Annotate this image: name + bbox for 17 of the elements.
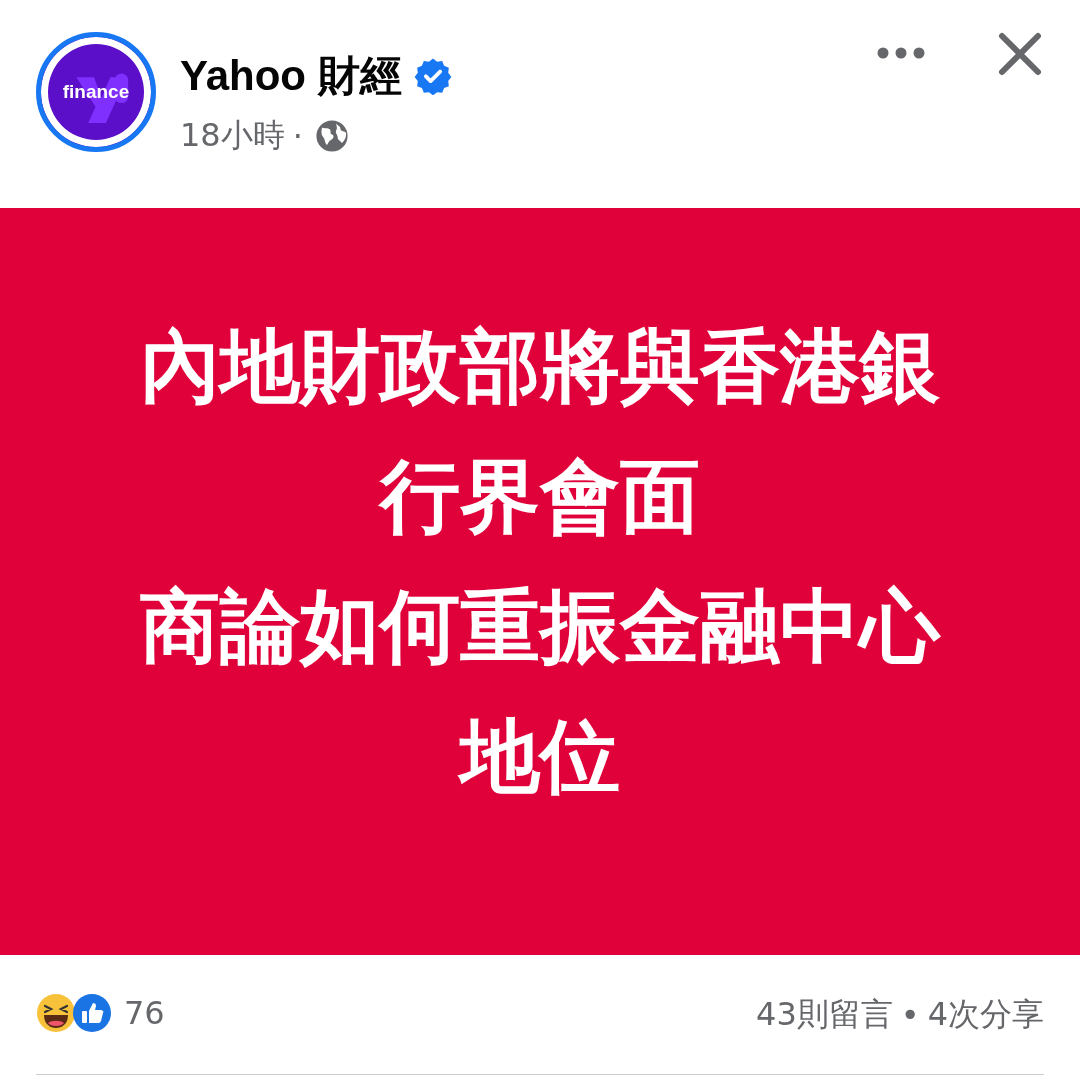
headline-text: 商論如何重振金融中心 bbox=[140, 578, 940, 675]
thumbs-up-icon[interactable] bbox=[72, 993, 112, 1033]
separator: • bbox=[900, 996, 920, 1034]
avatar-label: finance bbox=[62, 81, 130, 103]
post-time: 18小時 bbox=[180, 115, 285, 156]
close-icon[interactable] bbox=[998, 32, 1042, 76]
author-name[interactable]: Yahoo 財經 bbox=[180, 48, 402, 104]
laughing-emoji-icon[interactable] bbox=[36, 993, 76, 1033]
avatar[interactable]: finance bbox=[36, 32, 156, 152]
separator: · bbox=[292, 117, 303, 155]
comment-count[interactable]: 43則留言 bbox=[756, 993, 893, 1037]
share-count[interactable]: 4次分享 bbox=[927, 993, 1044, 1037]
globe-icon bbox=[314, 119, 349, 153]
headline-text: 行界會面 bbox=[380, 448, 700, 545]
more-icon[interactable] bbox=[876, 46, 926, 60]
headline-text: 內地財政部將與香港銀 bbox=[140, 318, 940, 415]
reaction-count[interactable]: 76 bbox=[124, 994, 165, 1032]
